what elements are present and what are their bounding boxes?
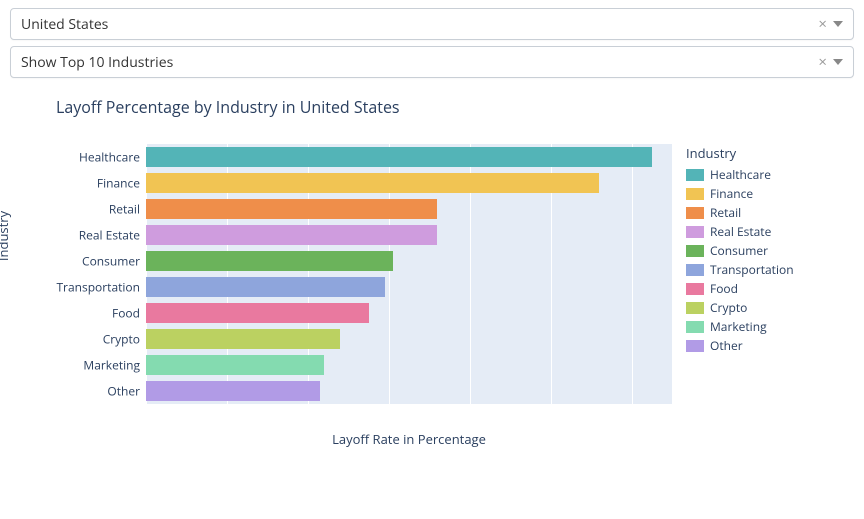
legend-label: Finance bbox=[710, 185, 753, 202]
y-tick-label: Transportation bbox=[56, 279, 140, 296]
legend: Industry Healthcare Finance Retail Real Est… bbox=[686, 144, 826, 356]
legend-swatch bbox=[686, 207, 704, 219]
legend-item[interactable]: Real Estate bbox=[686, 223, 826, 240]
legend-label: Marketing bbox=[710, 318, 767, 335]
app-root: United States × Show Top 10 Industries ×… bbox=[0, 0, 864, 519]
legend-label: Real Estate bbox=[710, 223, 771, 240]
y-tick-label: Retail bbox=[109, 201, 140, 218]
legend-swatch bbox=[686, 188, 704, 200]
chart-container: Layoff Percentage by Industry in United … bbox=[10, 96, 854, 448]
x-axis-title: Layoff Rate in Percentage bbox=[146, 430, 672, 448]
bar[interactable] bbox=[146, 277, 385, 297]
legend-label: Crypto bbox=[710, 299, 747, 316]
industries-dropdown[interactable]: Show Top 10 Industries × bbox=[10, 46, 854, 78]
y-tick-label: Marketing bbox=[83, 357, 140, 374]
legend-swatch bbox=[686, 302, 704, 314]
plot-area[interactable]: 024681012 bbox=[146, 144, 672, 404]
legend-swatch bbox=[686, 321, 704, 333]
legend-item[interactable]: Food bbox=[686, 280, 826, 297]
legend-swatch bbox=[686, 264, 704, 276]
industries-dropdown-value: Show Top 10 Industries bbox=[21, 53, 812, 72]
legend-swatch bbox=[686, 245, 704, 257]
legend-label: Transportation bbox=[710, 261, 794, 278]
bar[interactable] bbox=[146, 381, 320, 401]
clear-icon[interactable]: × bbox=[812, 14, 833, 34]
bar[interactable] bbox=[146, 251, 393, 271]
clear-icon[interactable]: × bbox=[812, 52, 833, 72]
legend-label: Retail bbox=[710, 204, 741, 221]
y-tick-label: Healthcare bbox=[79, 149, 140, 166]
legend-item[interactable]: Crypto bbox=[686, 299, 826, 316]
legend-label: Consumer bbox=[710, 242, 768, 259]
bar[interactable] bbox=[146, 355, 324, 375]
y-tick-label: Finance bbox=[97, 175, 140, 192]
legend-item[interactable]: Transportation bbox=[686, 261, 826, 278]
chevron-down-icon[interactable] bbox=[833, 21, 843, 27]
y-tick-label: Real Estate bbox=[79, 227, 140, 244]
legend-label: Food bbox=[710, 280, 738, 297]
legend-item[interactable]: Finance bbox=[686, 185, 826, 202]
chart-title: Layoff Percentage by Industry in United … bbox=[56, 96, 854, 118]
legend-swatch bbox=[686, 226, 704, 238]
legend-swatch bbox=[686, 169, 704, 181]
plot-block: Healthcare Finance Retail Real Estate Consum… bbox=[46, 144, 672, 448]
legend-item[interactable]: Retail bbox=[686, 204, 826, 221]
bar[interactable] bbox=[146, 147, 652, 167]
legend-item[interactable]: Other bbox=[686, 337, 826, 354]
y-axis-title: Industry bbox=[0, 211, 12, 261]
legend-item[interactable]: Marketing bbox=[686, 318, 826, 335]
legend-label: Other bbox=[710, 337, 743, 354]
bar[interactable] bbox=[146, 303, 369, 323]
country-dropdown-value: United States bbox=[21, 15, 812, 34]
bar[interactable] bbox=[146, 199, 437, 219]
bar[interactable] bbox=[146, 329, 340, 349]
bar[interactable] bbox=[146, 173, 599, 193]
legend-item[interactable]: Healthcare bbox=[686, 166, 826, 183]
y-tick-label: Crypto bbox=[103, 331, 140, 348]
chevron-down-icon[interactable] bbox=[833, 59, 843, 65]
country-dropdown[interactable]: United States × bbox=[10, 8, 854, 40]
legend-title: Industry bbox=[686, 144, 826, 162]
y-tick-label: Other bbox=[107, 383, 140, 400]
legend-item[interactable]: Consumer bbox=[686, 242, 826, 259]
legend-swatch bbox=[686, 340, 704, 352]
y-tick-label: Consumer bbox=[82, 253, 140, 270]
legend-swatch bbox=[686, 283, 704, 295]
y-tick-label: Food bbox=[112, 305, 140, 322]
bar[interactable] bbox=[146, 225, 437, 245]
grid-line bbox=[632, 144, 633, 404]
legend-label: Healthcare bbox=[710, 166, 771, 183]
